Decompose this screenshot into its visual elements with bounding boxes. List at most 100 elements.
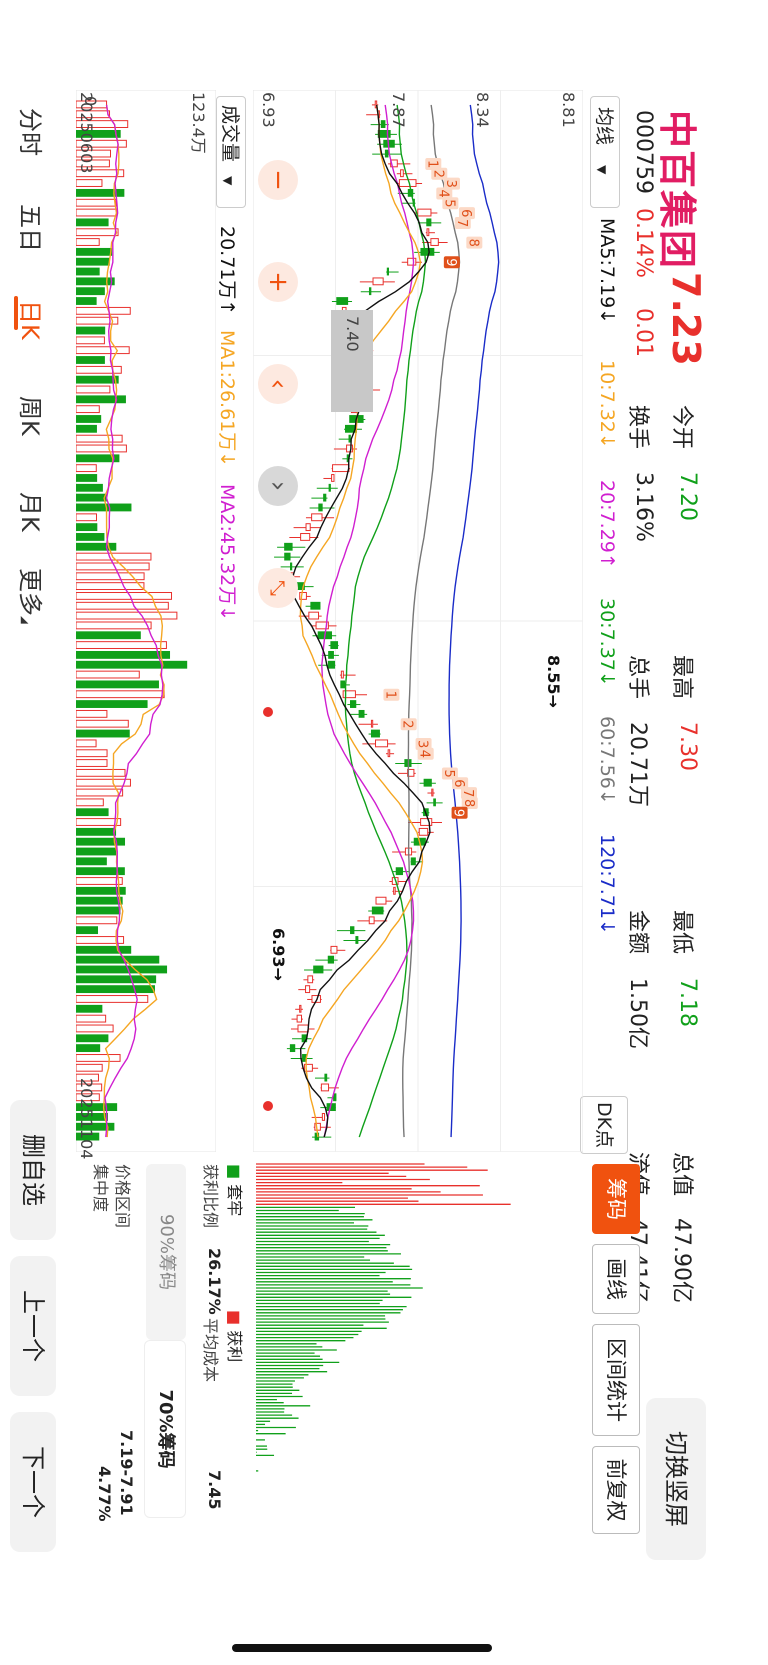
next-stock-button[interactable]: 下一个 (10, 1412, 56, 1552)
tab-more[interactable]: 更多◢ (15, 568, 50, 624)
candle-body (410, 857, 416, 866)
volume-bar (76, 306, 131, 315)
candle-body (393, 886, 396, 895)
volume-bar (76, 493, 107, 502)
pan-right-icon[interactable]: › (258, 466, 298, 506)
tab-active-indicator (14, 296, 18, 330)
candle-body (358, 709, 365, 718)
tab-chip-90[interactable]: 90%筹码 (146, 1164, 186, 1340)
ma30-label: 30:7.37↓ (596, 598, 618, 687)
tab-forward-adjust[interactable]: 前复权 (592, 1446, 640, 1534)
kline-markers: 123456789123456789 (382, 157, 483, 819)
volume-chart[interactable] (76, 90, 216, 1152)
candle-body (318, 503, 323, 512)
volume-bar (76, 965, 168, 974)
tab-daily-k[interactable]: 日K (15, 300, 50, 340)
candle-body (310, 601, 321, 610)
dk-point-button[interactable]: DK点 (580, 1096, 628, 1154)
previous-stock-button[interactable]: 上一个 (10, 1256, 56, 1396)
volume-bar (76, 818, 122, 826)
candle-body (355, 936, 359, 944)
volume-bar (76, 208, 118, 217)
high-annotation: 8.55→ (544, 655, 563, 708)
candle-body (418, 827, 429, 836)
volume-bar (76, 267, 100, 276)
ma5-label: MA5:7.19↓ (596, 218, 618, 325)
sequence-marker-label: 9 (451, 809, 466, 817)
tab-weekly-k[interactable]: 周K (15, 396, 50, 436)
tab-interval-stats[interactable]: 区间统计 (592, 1324, 640, 1436)
tab-five-day[interactable]: 五日 (15, 204, 50, 252)
candle-body (370, 719, 374, 728)
candle-body (330, 945, 338, 954)
volume-bar (76, 375, 119, 384)
volume-ma1: MA1:26.61万↓ (216, 330, 238, 468)
volume-dropdown[interactable]: 成交量 ▼ (216, 96, 246, 208)
tab-more-label: 更多 (16, 568, 44, 616)
volume-bar (76, 808, 109, 817)
switch-portrait-button[interactable]: 切换竖屏 (646, 1398, 706, 1560)
price-axis-bottom: 6.93 (259, 92, 278, 128)
stat-value-turnover: 3.16% (631, 472, 656, 542)
remove-watchlist-button[interactable]: 删自选 (10, 1100, 56, 1240)
volume-bar (76, 247, 113, 256)
volume-bar (76, 346, 130, 355)
volume-bar (76, 218, 109, 227)
candle-body (426, 218, 432, 227)
ma60-label: 60:7.56↓ (596, 716, 618, 805)
tab-chip-70[interactable]: 70%筹码 (144, 1340, 186, 1518)
volume-bar (76, 287, 105, 296)
volume-bar (76, 670, 140, 679)
volume-bar (76, 680, 159, 689)
candle-body (305, 985, 311, 994)
kline-chart[interactable]: 123456789123456789 (253, 90, 583, 1152)
volume-bar (76, 877, 123, 885)
avg-cost-label: 平均成本 (201, 1318, 220, 1383)
volume-bar (76, 434, 123, 443)
candle-body (386, 267, 389, 276)
volume-bar (76, 365, 122, 374)
volume-bar (76, 641, 167, 649)
volume-bar (76, 788, 124, 797)
sequence-marker-label: 7 (460, 789, 475, 797)
price-crosshair-label: 7.40 (331, 310, 373, 412)
candle-body (372, 277, 384, 286)
volume-bar (76, 562, 150, 571)
candle-body (296, 1014, 303, 1023)
ma-dropdown[interactable]: 均线 ▼ (590, 96, 620, 208)
sequence-marker-label: 1 (424, 160, 439, 168)
tab-monthly-k[interactable]: 月K (15, 492, 50, 532)
volume-bar (76, 1034, 109, 1043)
candle-body (284, 552, 291, 561)
candle-body (398, 179, 417, 187)
change-amount: 0.01 (631, 308, 656, 357)
candle-body (375, 739, 389, 748)
zoom-in-icon[interactable]: + (258, 262, 298, 302)
legend-profit-label: 获利 (225, 1330, 244, 1363)
volume-bar (76, 424, 97, 433)
tab-intraday[interactable]: 分时 (15, 108, 50, 156)
volume-bar (76, 847, 117, 856)
sequence-marker-label: 9 (443, 258, 458, 266)
stat-label-volume: 总手 (625, 655, 650, 700)
pan-left-icon[interactable]: ‹ (258, 364, 298, 404)
zoom-out-icon[interactable]: − (258, 160, 298, 200)
tab-draw-line[interactable]: 画线 (592, 1244, 640, 1314)
volume-bar (76, 582, 145, 591)
candle-body (340, 670, 344, 679)
sequence-marker-label: 1 (382, 691, 397, 699)
candle-body (327, 660, 336, 669)
stat-value-high: 7.30 (675, 722, 700, 771)
sequence-marker-label: 4 (417, 750, 432, 758)
volume-bar (76, 336, 105, 345)
collapse-icon[interactable]: ⤡ (258, 568, 298, 608)
candle-body (321, 1113, 326, 1121)
volume-bar (76, 729, 130, 738)
chip-distribution-chart (256, 1163, 511, 1472)
volume-bar (76, 749, 108, 758)
volume-bar (76, 523, 98, 532)
candle-body (324, 1073, 328, 1082)
candle-body (332, 464, 350, 473)
tab-chips[interactable]: 筹码 (592, 1164, 640, 1234)
price-axis-upper: 8.34 (473, 92, 492, 128)
